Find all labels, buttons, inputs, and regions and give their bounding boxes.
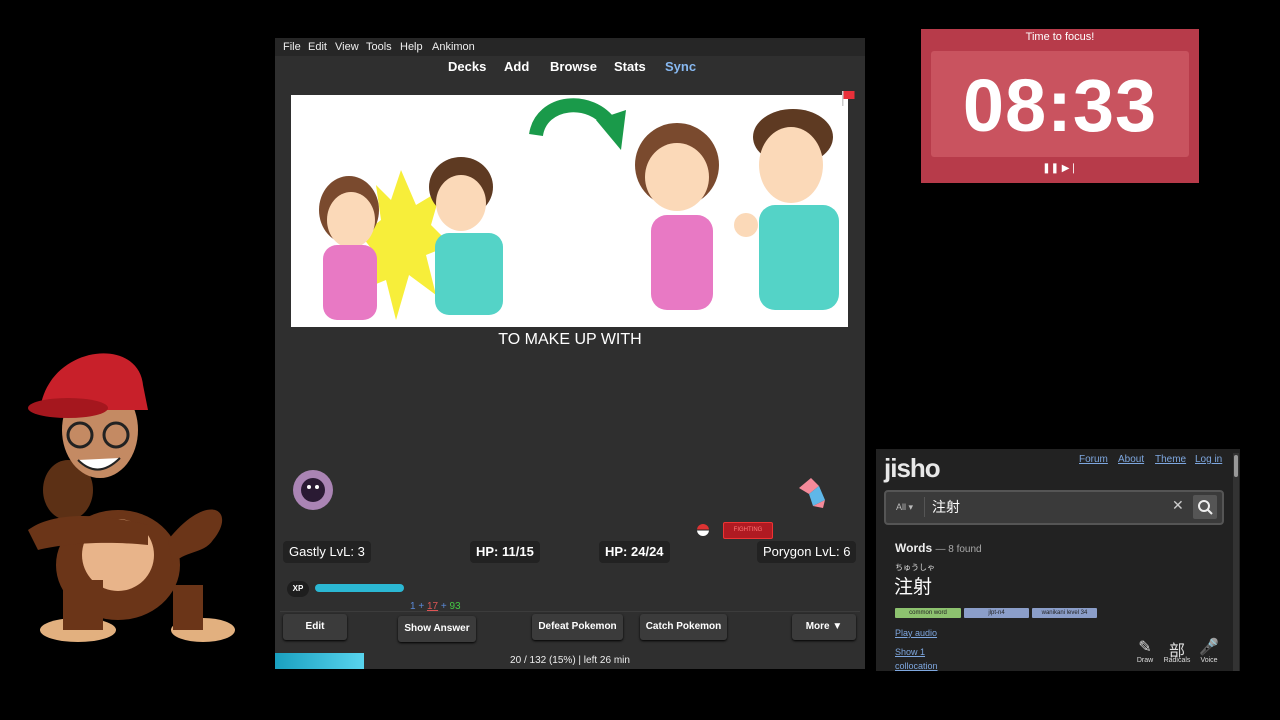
tag-wanikani: wanikani level 34: [1032, 608, 1097, 618]
scrollbar[interactable]: [1233, 453, 1239, 671]
clear-icon[interactable]: ✕: [1172, 497, 1184, 514]
nav-theme[interactable]: Theme: [1155, 454, 1186, 465]
enemy-hp: HP: 24/24: [599, 541, 670, 563]
radicals-tool[interactable]: 部 Radicals: [1162, 637, 1192, 664]
flag-icon[interactable]: [841, 90, 855, 106]
anki-window: File Edit View Tools Help Ankimon Decks …: [275, 38, 865, 669]
pause-skip-icon[interactable]: ❚❚ ▶❘: [921, 163, 1199, 174]
nav-about[interactable]: About: [1118, 454, 1144, 465]
card-question-text: TO MAKE UP WITH: [498, 331, 642, 348]
main-toolbar: Decks Add Browse Stats Sync: [275, 56, 865, 78]
toolbar-stats[interactable]: Stats: [614, 59, 646, 74]
nav-forum[interactable]: Forum: [1079, 454, 1108, 465]
voice-tool[interactable]: 🎤 Voice: [1194, 637, 1224, 664]
words-heading: Words — 8 found: [895, 541, 982, 555]
pokeball-icon: [697, 524, 709, 536]
search-icon: [1198, 500, 1213, 515]
timer-title: Time to focus!: [1025, 31, 1095, 43]
more-button[interactable]: More ▼: [792, 614, 856, 640]
scrollbar-thumb[interactable]: [1234, 455, 1238, 477]
porygon-sprite-icon: [799, 478, 825, 508]
streamer-character-image: [28, 353, 235, 642]
toolbar-sync[interactable]: Sync: [665, 59, 696, 74]
divider: [924, 497, 925, 517]
tag-common-word: common word: [895, 608, 961, 618]
menu-view[interactable]: View: [335, 41, 359, 53]
nav-login[interactable]: Log in: [1195, 454, 1222, 465]
radicals-icon: 部: [1168, 643, 1185, 660]
xp-progress-bar: [315, 584, 405, 592]
divider: [280, 611, 860, 612]
play-audio-link[interactable]: Play audio: [895, 628, 937, 638]
player-hp: HP: 11/15: [470, 541, 540, 563]
enemy-pokemon-name: Porygon LvL: 6: [757, 541, 857, 563]
search-button[interactable]: [1193, 495, 1217, 519]
menu-help[interactable]: Help: [400, 41, 423, 53]
menu-edit[interactable]: Edit: [308, 41, 327, 53]
show-answer-button[interactable]: Show Answer: [398, 616, 476, 642]
xp-label: XP: [287, 581, 309, 597]
catch-pokemon-button[interactable]: Catch Pokemon: [640, 614, 727, 640]
toolbar-decks[interactable]: Decks: [448, 59, 486, 74]
result-kanji[interactable]: 注射: [894, 572, 932, 599]
timer-time: 08:33: [962, 64, 1158, 147]
menu-bar: File Edit View Tools Help Ankimon: [275, 38, 865, 56]
jisho-logo[interactable]: jisho: [884, 453, 941, 484]
show-collocation-link[interactable]: Show 1: [895, 647, 925, 657]
menu-file[interactable]: File: [283, 41, 301, 53]
focus-timer: Time to focus! 08:33 ❚❚ ▶❘: [921, 29, 1199, 183]
microphone-icon: 🎤: [1199, 639, 1219, 656]
enemy-type-badge: FIGHTING: [723, 522, 773, 539]
review-progress-text: 20 / 132 (15%) | left 26 min: [510, 655, 630, 666]
card-illustration: [291, 95, 848, 327]
timer-display: 08:33: [931, 51, 1189, 157]
search-bar: All ▾ ✕: [884, 490, 1224, 525]
toolbar-add[interactable]: Add: [504, 59, 529, 74]
words-found-count: — 8 found: [935, 544, 982, 555]
collocation-link[interactable]: collocation: [895, 661, 938, 671]
menu-tools[interactable]: Tools: [366, 41, 392, 53]
edit-button[interactable]: Edit: [283, 614, 347, 640]
defeat-pokemon-button[interactable]: Defeat Pokemon: [532, 614, 623, 640]
player-pokemon-name: Gastly LvL: 3: [283, 541, 371, 563]
toolbar-browse[interactable]: Browse: [550, 59, 597, 74]
tag-jlpt: jlpt-n4: [964, 608, 1029, 618]
draw-icon: ✎: [1138, 639, 1152, 656]
search-input[interactable]: [932, 496, 1132, 518]
menu-ankimon[interactable]: Ankimon: [432, 41, 475, 53]
search-scope-select[interactable]: All ▾: [896, 502, 913, 513]
jisho-panel: jisho Forum About Theme Log in All ▾ ✕ W…: [876, 449, 1240, 671]
gastly-sprite-icon: [293, 470, 333, 510]
draw-tool[interactable]: ✎ Draw: [1130, 637, 1160, 664]
